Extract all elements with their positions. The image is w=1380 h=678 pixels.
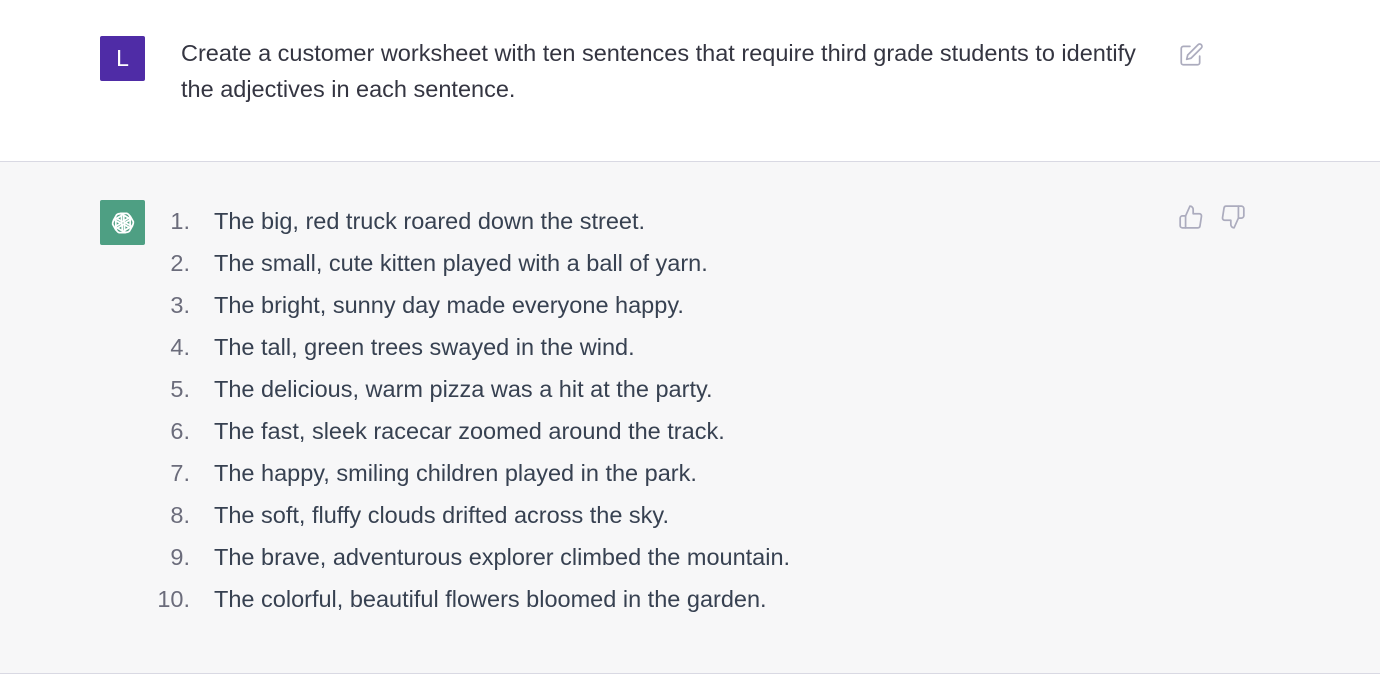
list-item-text: The colorful, beautiful flowers bloomed …: [214, 585, 767, 612]
list-item: 6. The fast, sleek racecar zoomed around…: [150, 410, 790, 452]
user-message: L Create a customer worksheet with ten s…: [0, 0, 1380, 162]
list-item-text: The bright, sunny day made everyone happ…: [214, 291, 684, 318]
list-item: 3. The bright, sunny day made everyone h…: [150, 284, 790, 326]
assistant-message: 1. The big, red truck roared down the st…: [0, 162, 1380, 674]
thumbs-down-icon[interactable]: [1220, 204, 1246, 230]
openai-logo-icon: [100, 200, 145, 245]
conversation-thread: L Create a customer worksheet with ten s…: [0, 0, 1380, 678]
list-item-number: 2.: [170, 249, 190, 276]
list-item: 5. The delicious, warm pizza was a hit a…: [150, 368, 790, 410]
list-item: 4. The tall, green trees swayed in the w…: [150, 326, 790, 368]
sentence-list: 1. The big, red truck roared down the st…: [150, 200, 790, 620]
list-item: 1. The big, red truck roared down the st…: [150, 200, 790, 242]
list-item-number: 8.: [170, 501, 190, 528]
list-item: 9. The brave, adventurous explorer climb…: [150, 536, 790, 578]
list-item-text: The brave, adventurous explorer climbed …: [214, 543, 791, 570]
list-item-text: The tall, green trees swayed in the wind…: [214, 333, 635, 360]
list-item-number: 9.: [170, 543, 190, 570]
thumbs-up-icon[interactable]: [1178, 204, 1204, 230]
list-item: 10. The colorful, beautiful flowers bloo…: [150, 578, 790, 620]
edit-icon[interactable]: [1178, 42, 1204, 68]
list-item: 2. The small, cute kitten played with a …: [150, 242, 790, 284]
list-item-number: 6.: [170, 417, 190, 444]
list-item-text: The fast, sleek racecar zoomed around th…: [214, 417, 725, 444]
list-item-text: The big, red truck roared down the stree…: [214, 207, 646, 234]
list-item-text: The delicious, warm pizza was a hit at t…: [214, 375, 713, 402]
list-item-number: 10.: [157, 585, 190, 612]
list-item: 7. The happy, smiling children played in…: [150, 452, 790, 494]
list-item-number: 3.: [170, 291, 190, 318]
list-item-text: The soft, fluffy clouds drifted across t…: [214, 501, 669, 528]
user-avatar: L: [100, 36, 145, 81]
list-item-text: The happy, smiling children played in th…: [214, 459, 697, 486]
list-item-number: 1.: [170, 207, 190, 234]
list-item-text: The small, cute kitten played with a bal…: [214, 249, 708, 276]
user-message-text: Create a customer worksheet with ten sen…: [181, 40, 1136, 102]
list-item: 8. The soft, fluffy clouds drifted acros…: [150, 494, 790, 536]
list-item-number: 5.: [170, 375, 190, 402]
list-item-number: 7.: [170, 459, 190, 486]
list-item-number: 4.: [170, 333, 190, 360]
